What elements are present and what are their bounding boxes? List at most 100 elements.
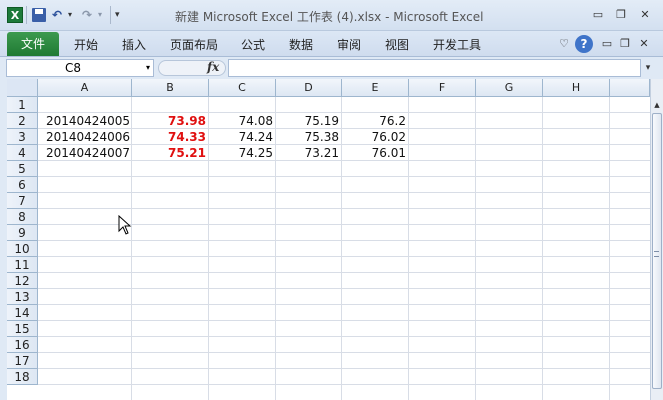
column-header-f[interactable]: F [409, 79, 476, 97]
column-header-g[interactable]: G [476, 79, 543, 97]
minimize-ribbon-icon[interactable]: ♡ [557, 37, 571, 50]
row-header-13[interactable]: 13 [7, 289, 38, 305]
left-margin [0, 79, 7, 400]
workbook-close-icon[interactable]: ✕ [637, 37, 651, 50]
insert-function-icon[interactable]: fx [207, 60, 219, 74]
quick-access-separator [26, 6, 27, 24]
cell-e3[interactable]: 76.02 [342, 129, 409, 145]
undo-icon[interactable]: ↶ [52, 7, 62, 23]
grid-hline [38, 288, 650, 289]
scroll-up-icon[interactable]: ▲ [651, 99, 663, 111]
grid-hline [38, 384, 650, 385]
minimize-button[interactable]: ▭ [589, 7, 607, 23]
close-button[interactable]: ✕ [636, 7, 654, 23]
name-box-value: C8 [65, 61, 82, 75]
cell-a4[interactable]: 20140424007 [38, 145, 132, 161]
row-header-12[interactable]: 12 [7, 273, 38, 289]
select-all-corner[interactable] [7, 79, 38, 97]
row-header-11[interactable]: 11 [7, 257, 38, 273]
save-icon[interactable] [32, 8, 46, 22]
cell-a3[interactable]: 20140424006 [38, 129, 132, 145]
row-header-3[interactable]: 3 [7, 129, 38, 145]
restore-button[interactable]: ❐ [612, 7, 630, 23]
tab-review[interactable]: 审阅 [337, 36, 361, 53]
column-header-d[interactable]: D [276, 79, 342, 97]
excel-icon[interactable]: X [7, 7, 23, 23]
grid-vline [542, 97, 543, 400]
row-header-18[interactable]: 18 [7, 369, 38, 385]
tab-formulas[interactable]: 公式 [241, 36, 265, 53]
redo-dropdown-icon[interactable]: ▾ [98, 7, 102, 23]
workbook-minimize-icon[interactable]: ▭ [600, 37, 614, 50]
column-header-a[interactable]: A [38, 79, 132, 97]
grid-hline [38, 208, 650, 209]
grid-vline [475, 97, 476, 400]
grid-vline [609, 97, 610, 400]
row-header-16[interactable]: 16 [7, 337, 38, 353]
tab-insert[interactable]: 插入 [122, 36, 146, 53]
cell-c2[interactable]: 74.08 [209, 113, 276, 129]
tab-file[interactable]: 文件 [7, 32, 59, 56]
row-header-4[interactable]: 4 [7, 145, 38, 161]
cell-b3[interactable]: 74.33 [132, 129, 209, 145]
help-icon[interactable]: ? [575, 35, 593, 53]
row-header-1[interactable]: 1 [7, 97, 38, 113]
grid-hline [38, 256, 650, 257]
row-header-7[interactable]: 7 [7, 193, 38, 209]
column-header-h[interactable]: H [543, 79, 610, 97]
cell-e2[interactable]: 76.2 [342, 113, 409, 129]
cell-d2[interactable]: 75.19 [276, 113, 342, 129]
tab-data[interactable]: 数据 [289, 36, 313, 53]
cell-c3[interactable]: 74.24 [209, 129, 276, 145]
ribbon-tabs: 文件 开始 插入 页面布局 公式 数据 审阅 视图 开发工具 ♡ ? ▭ ❐ ✕ [0, 31, 663, 57]
row-header-14[interactable]: 14 [7, 305, 38, 321]
vertical-scrollbar[interactable]: ▲ [650, 79, 663, 400]
row-header-5[interactable]: 5 [7, 161, 38, 177]
column-header-e[interactable]: E [342, 79, 409, 97]
cell-a2[interactable]: 20140424005 [38, 113, 132, 129]
formula-input[interactable] [228, 59, 641, 77]
grid-hline [38, 272, 650, 273]
grid-hline [38, 304, 650, 305]
name-box[interactable]: C8 ▾ [6, 59, 154, 77]
row-header-9[interactable]: 9 [7, 225, 38, 241]
tab-developer[interactable]: 开发工具 [433, 36, 481, 53]
row-header-15[interactable]: 15 [7, 321, 38, 337]
cell-c4[interactable]: 74.25 [209, 145, 276, 161]
column-header-c[interactable]: C [209, 79, 276, 97]
mouse-cursor-icon [118, 215, 132, 235]
row-header-6[interactable]: 6 [7, 177, 38, 193]
column-header-tail [610, 79, 650, 97]
worksheet-grid[interactable]: A B C D E F G H 1 2 3 4 5 6 7 8 9 10 11 12 13 14 15 16 17 18 20140… [0, 79, 650, 400]
title-bar: X ↶ ▾ ↷ ▾ ▾ 新建 Microsoft Excel 工作表 (4).x… [0, 0, 663, 31]
cell-e4[interactable]: 76.01 [342, 145, 409, 161]
customize-quick-access-icon[interactable]: ▾ [115, 7, 120, 23]
row-header-2[interactable]: 2 [7, 113, 38, 129]
window-title: 新建 Microsoft Excel 工作表 (4).xlsx - Micros… [175, 10, 484, 24]
expand-formula-bar-icon[interactable]: ▾ [641, 59, 655, 77]
grid-hline [38, 352, 650, 353]
grid-hline [38, 336, 650, 337]
cell-d4[interactable]: 73.21 [276, 145, 342, 161]
redo-icon[interactable]: ↷ [82, 7, 92, 23]
tab-page-layout[interactable]: 页面布局 [170, 36, 218, 53]
tab-view[interactable]: 视图 [385, 36, 409, 53]
grid-hline [38, 192, 650, 193]
cell-d3[interactable]: 75.38 [276, 129, 342, 145]
cell-b4[interactable]: 75.21 [132, 145, 209, 161]
workbook-restore-icon[interactable]: ❐ [618, 37, 632, 50]
chevron-down-icon[interactable]: ▾ [146, 60, 150, 76]
grid-hline [38, 176, 650, 177]
grid-hline [38, 320, 650, 321]
formula-bar: C8 ▾ fx ▾ [0, 57, 663, 79]
row-header-8[interactable]: 8 [7, 209, 38, 225]
tab-home[interactable]: 开始 [74, 36, 98, 53]
row-header-10[interactable]: 10 [7, 241, 38, 257]
row-header-17[interactable]: 17 [7, 353, 38, 369]
undo-dropdown-icon[interactable]: ▾ [68, 7, 72, 23]
quick-access-separator-2 [110, 6, 111, 24]
grid-hline [38, 368, 650, 369]
cell-b2[interactable]: 73.98 [132, 113, 209, 129]
column-header-b[interactable]: B [132, 79, 209, 97]
scroll-grip-icon [654, 251, 659, 257]
